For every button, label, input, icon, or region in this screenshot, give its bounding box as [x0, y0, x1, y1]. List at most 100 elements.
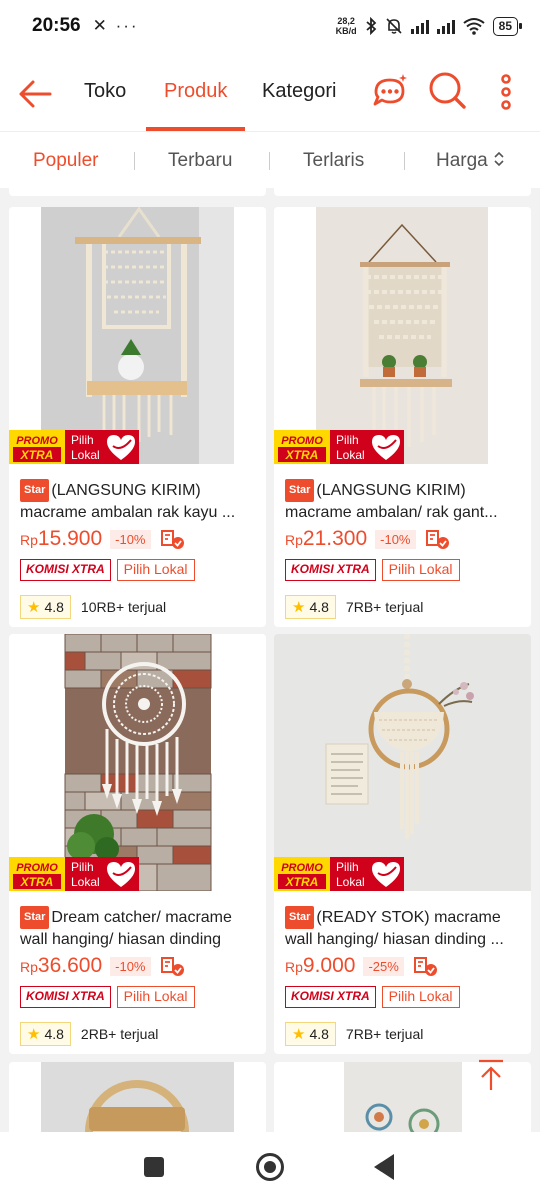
rating-badge: ★ 4.8 [20, 1022, 71, 1046]
lokal-text: Lokal [336, 448, 365, 462]
network-speed: 28,2 KB/d [336, 16, 357, 36]
xtra-text: XTRA [285, 875, 319, 889]
signal-1-icon [410, 18, 429, 34]
sort-harga[interactable]: Harga [436, 150, 505, 172]
sold-count: 7RB+ terjual [345, 599, 424, 615]
recent-apps-button[interactable] [144, 1157, 164, 1177]
tag-row: KOMISI XTRA Pilih Lokal [285, 559, 460, 581]
discount-badge: -10% [375, 529, 416, 549]
tag-row: KOMISI XTRA Pilih Lokal [20, 986, 195, 1008]
xtra-text: XTRA [20, 875, 54, 889]
sort-bar: Populer Terbaru Terlaris Harga [0, 132, 540, 188]
rating-badge: ★ 4.8 [285, 1022, 336, 1046]
price-row: Rp9.000 -25% [285, 954, 438, 978]
pilih-text: Pilih [71, 433, 94, 447]
product-title[interactable]: Star (LANGSUNG KIRIM) macrame ambalan rak… [20, 479, 260, 521]
product-photo-macrame-shelf [41, 207, 234, 464]
price-row: Rp15.900 -10% [20, 527, 185, 551]
promo-text: PROMO [281, 435, 323, 447]
back-arrow-icon[interactable] [16, 74, 56, 114]
product-image[interactable]: PROMO XTRA Pilih Lokal [274, 207, 531, 464]
price-row: Rp36.600 -10% [20, 954, 185, 978]
rating-row: ★ 4.8 10RB+ terjual [20, 595, 166, 619]
network-speed-unit: KB/d [335, 26, 357, 36]
rating-badge: ★ 4.8 [285, 595, 336, 619]
product-photo-macrame-ring [274, 634, 531, 891]
price-row: Rp21.300 -10% [285, 527, 450, 551]
price-value: 21.300 [302, 527, 368, 550]
product-card[interactable]: PROMO XTRA Pilih Lokal Star (READY STOK) … [274, 634, 531, 1054]
cod-shipping-icon [160, 530, 184, 549]
product-card-partial[interactable] [274, 188, 531, 196]
chat-icon[interactable] [370, 72, 410, 112]
sort-divider [404, 152, 405, 170]
notification-icons: ✕ ··· [92, 16, 139, 35]
top-navigation: Toko Produk Kategori [0, 52, 540, 132]
product-feed[interactable]: PROMO XTRA Pilih Lokal Star (LANGSUNG KIR… [0, 188, 540, 1132]
mute-icon [386, 18, 402, 34]
product-title[interactable]: Star Dream catcher/ macrame wall hanging/… [20, 906, 260, 948]
lokal-text: Lokal [71, 875, 100, 889]
product-image[interactable]: PROMO XTRA Pilih Lokal [274, 634, 531, 891]
product-photo-macrame-wall-shelf [316, 207, 488, 464]
product-image[interactable]: PROMO XTRA Pilih Lokal [9, 207, 266, 464]
promo-xtra-badge: PROMO XTRA Pilih Lokal [9, 430, 139, 464]
lokal-text: Lokal [71, 448, 100, 462]
product-price: Rp9.000 [285, 954, 355, 978]
rating-row: ★ 4.8 2RB+ terjual [20, 1022, 158, 1046]
currency: Rp [20, 532, 38, 548]
currency: Rp [20, 959, 38, 975]
promo-xtra-badge: PROMO XTRA Pilih Lokal [274, 430, 404, 464]
star-seller-tag: Star [285, 906, 315, 929]
system-back-button[interactable] [374, 1154, 394, 1180]
sort-terbaru[interactable]: Terbaru [168, 150, 232, 172]
tab-kategori[interactable]: Kategori [262, 80, 337, 103]
xtra-text: XTRA [20, 448, 54, 462]
komisi-xtra-tag: KOMISI XTRA [285, 986, 376, 1008]
pilih-text: Pilih [71, 860, 94, 874]
search-icon[interactable] [427, 70, 467, 110]
product-card[interactable]: PROMO XTRA Pilih Lokal Star (LANGSUNG KIR… [9, 207, 266, 627]
product-price: Rp36.600 [20, 954, 102, 978]
cod-shipping-icon [425, 530, 449, 549]
active-tab-indicator [146, 127, 245, 131]
sort-populer[interactable]: Populer [33, 150, 99, 172]
rating-value: 4.8 [309, 599, 329, 615]
sort-arrows-icon [494, 151, 504, 167]
product-title-text: (READY STOK) macrame wall hanging/ hiasa… [285, 909, 504, 948]
pilih-lokal-tag: Pilih Lokal [381, 559, 460, 581]
xtra-text: XTRA [285, 448, 319, 462]
home-button[interactable] [256, 1153, 284, 1181]
scroll-to-top-icon[interactable] [476, 1058, 506, 1092]
tab-toko[interactable]: Toko [84, 80, 126, 103]
promo-text: PROMO [16, 862, 58, 874]
product-card[interactable]: PROMO XTRA Pilih Lokal Star (LANGSUNG KIR… [274, 207, 531, 627]
star-icon: ★ [292, 1026, 306, 1043]
product-card-partial[interactable] [9, 1062, 266, 1132]
product-card-partial[interactable] [9, 188, 266, 196]
sort-terlaris[interactable]: Terlaris [303, 150, 364, 172]
signal-2-icon [436, 18, 455, 34]
tab-produk[interactable]: Produk [164, 80, 227, 103]
tag-row: KOMISI XTRA Pilih Lokal [20, 559, 195, 581]
rating-badge: ★ 4.8 [20, 595, 71, 619]
promo-text: PROMO [16, 435, 58, 447]
more-options-icon[interactable] [492, 72, 520, 112]
rating-row: ★ 4.8 7RB+ terjual [285, 595, 423, 619]
product-title[interactable]: Star (LANGSUNG KIRIM) macrame ambalan/ ra… [285, 479, 525, 521]
komisi-xtra-tag: KOMISI XTRA [20, 559, 111, 581]
star-icon: ★ [292, 599, 306, 616]
product-card[interactable]: PROMO XTRA Pilih Lokal Star Dream catcher… [9, 634, 266, 1054]
price-value: 9.000 [302, 954, 356, 977]
product-photo-dream-catcher [64, 634, 212, 891]
product-title-text: Dream catcher/ macrame wall hanging/ hia… [20, 909, 232, 948]
promo-xtra-badge: PROMO XTRA Pilih Lokal [274, 857, 404, 891]
product-image[interactable]: PROMO XTRA Pilih Lokal [9, 634, 266, 891]
status-right: 28,2 KB/d 85 [336, 16, 523, 36]
pilih-lokal-tag: Pilih Lokal [116, 559, 195, 581]
product-title[interactable]: Star (READY STOK) macrame wall hanging/ h… [285, 906, 525, 948]
lokal-text: Lokal [336, 875, 365, 889]
pilih-text: Pilih [336, 433, 359, 447]
rating-value: 4.8 [44, 599, 64, 615]
sort-divider [269, 152, 270, 170]
